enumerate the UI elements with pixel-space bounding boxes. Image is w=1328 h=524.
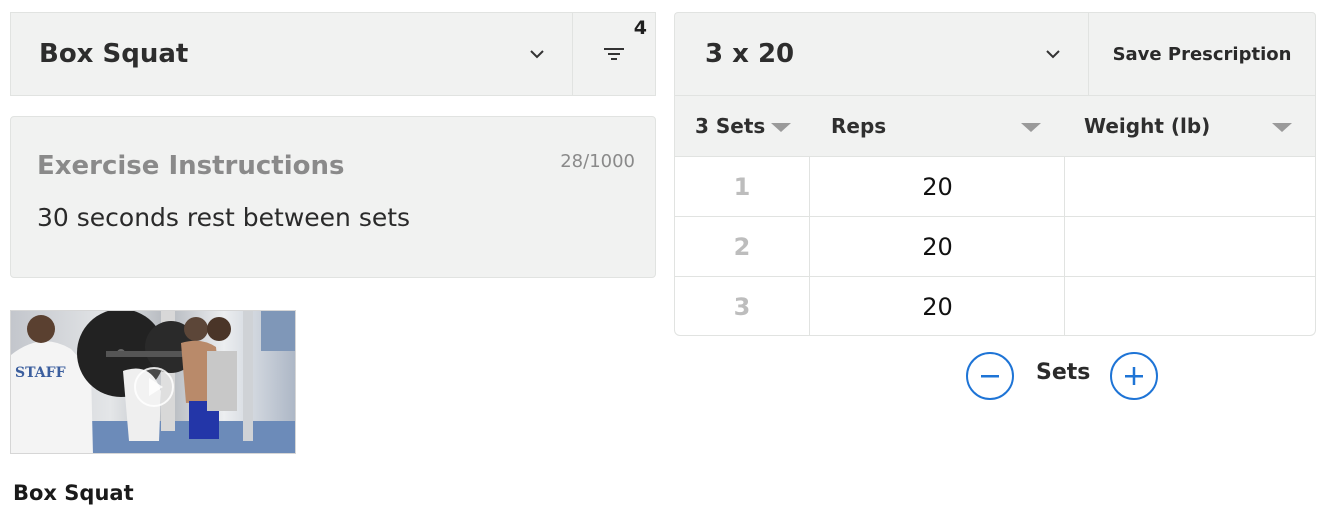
sets-stepper-label: Sets bbox=[1036, 360, 1091, 385]
prescription-select-value: 3 x 20 bbox=[705, 39, 795, 69]
add-set-button[interactable] bbox=[1110, 352, 1158, 400]
table-row: 1 20 bbox=[675, 156, 1315, 217]
sort-caret-icon bbox=[771, 123, 791, 132]
column-header-weight[interactable]: Weight (lb) bbox=[1084, 96, 1315, 156]
column-header-label: Reps bbox=[831, 114, 887, 138]
play-icon bbox=[134, 367, 174, 407]
table-row: 2 20 bbox=[675, 216, 1315, 277]
plus-icon bbox=[1125, 367, 1143, 385]
reps-input[interactable]: 20 bbox=[809, 157, 1065, 216]
sort-caret-icon bbox=[1272, 123, 1292, 132]
shirt-text: STAFF bbox=[15, 365, 66, 381]
instructions-char-count: 28/1000 bbox=[560, 151, 635, 172]
save-prescription-button[interactable]: Save Prescription bbox=[1088, 12, 1316, 96]
set-number: 1 bbox=[733, 172, 751, 201]
video-thumbnail[interactable]: STAFF bbox=[10, 310, 296, 454]
exercise-select-value: Box Squat bbox=[39, 39, 189, 69]
sort-caret-icon bbox=[1021, 123, 1041, 132]
chevron-down-icon bbox=[530, 50, 544, 59]
prescription-table: 3 Sets Reps Weight (lb) 1 20 2 20 3 20 bbox=[674, 96, 1316, 336]
filter-count-badge: 4 bbox=[633, 17, 647, 39]
instructions-title: Exercise Instructions bbox=[37, 151, 345, 181]
instructions-text: 30 seconds rest between sets bbox=[37, 203, 411, 232]
filter-icon bbox=[604, 48, 624, 60]
table-row: 3 20 bbox=[675, 276, 1315, 335]
prescription-select[interactable]: 3 x 20 bbox=[674, 12, 1088, 96]
set-number: 2 bbox=[733, 232, 751, 261]
remove-set-button[interactable] bbox=[966, 352, 1014, 400]
minus-icon bbox=[981, 375, 999, 378]
reps-input[interactable]: 20 bbox=[809, 217, 1065, 276]
column-header-sets[interactable]: 3 Sets bbox=[695, 96, 809, 156]
column-header-label: Weight (lb) bbox=[1084, 114, 1211, 138]
set-number: 3 bbox=[733, 292, 751, 321]
exercise-select[interactable]: Box Squat bbox=[10, 12, 572, 96]
weight-input[interactable] bbox=[1064, 217, 1315, 276]
video-caption: Box Squat bbox=[13, 481, 134, 505]
weight-input[interactable] bbox=[1064, 277, 1315, 335]
column-header-reps[interactable]: Reps bbox=[831, 96, 1064, 156]
chevron-down-icon bbox=[1046, 50, 1060, 59]
exercise-instructions-field[interactable]: Exercise Instructions 28/1000 30 seconds… bbox=[10, 116, 656, 278]
table-header: 3 Sets Reps Weight (lb) bbox=[675, 96, 1315, 156]
column-header-label: 3 Sets bbox=[695, 114, 766, 138]
filter-button[interactable]: 4 bbox=[572, 12, 656, 96]
weight-input[interactable] bbox=[1064, 157, 1315, 216]
reps-input[interactable]: 20 bbox=[809, 277, 1065, 335]
